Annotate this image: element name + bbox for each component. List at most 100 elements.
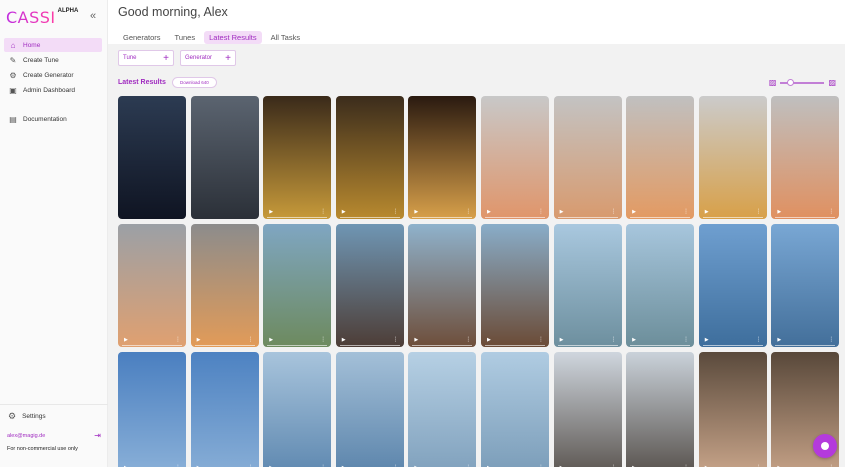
video-progress-bar[interactable] — [630, 345, 691, 346]
result-thumbnail[interactable]: ▶⋮ — [553, 352, 622, 467]
zoom-slider[interactable] — [780, 78, 825, 86]
result-thumbnail[interactable]: ▶⋮ — [698, 352, 767, 467]
more-options-icon[interactable]: ⋮ — [393, 336, 399, 343]
video-progress-bar[interactable] — [339, 217, 400, 218]
result-thumbnail[interactable]: ▶⋮ — [408, 224, 477, 347]
result-thumbnail[interactable]: ▶⋮ — [118, 352, 186, 467]
play-icon[interactable]: ▶ — [560, 337, 564, 343]
more-options-icon[interactable]: ⋮ — [756, 336, 762, 343]
play-icon[interactable]: ▶ — [487, 209, 491, 215]
result-thumbnail[interactable]: ▶⋮ — [553, 224, 622, 347]
result-thumbnail[interactable]: ▶⋮ — [626, 352, 695, 467]
more-options-icon[interactable]: ⋮ — [538, 208, 544, 215]
tune-filter[interactable]: Tune + — [118, 50, 174, 66]
chat-bubble-icon[interactable] — [813, 434, 837, 458]
play-icon[interactable]: ▶ — [414, 209, 418, 215]
play-icon[interactable]: ▶ — [777, 337, 781, 343]
more-options-icon[interactable]: ⋮ — [393, 208, 399, 215]
video-progress-bar[interactable] — [412, 345, 473, 346]
result-thumbnail[interactable] — [118, 96, 186, 219]
sidebar-item-create-tune[interactable]: ✎ Create Tune — [4, 53, 102, 67]
sidebar-item-documentation[interactable]: ▤ Documentation — [4, 112, 102, 126]
video-progress-bar[interactable] — [702, 217, 763, 218]
video-progress-bar[interactable] — [267, 345, 328, 346]
result-thumbnail[interactable]: ▶⋮ — [480, 224, 549, 347]
play-icon[interactable]: ▶ — [560, 209, 564, 215]
more-options-icon[interactable]: ⋮ — [320, 336, 326, 343]
video-progress-bar[interactable] — [775, 217, 836, 218]
play-icon[interactable]: ▶ — [632, 209, 636, 215]
download-button[interactable]: Download 640 — [172, 77, 217, 88]
more-options-icon[interactable]: ⋮ — [611, 208, 617, 215]
result-thumbnail[interactable]: ▶⋮ — [335, 352, 404, 467]
result-thumbnail[interactable]: ▶⋮ — [553, 96, 622, 219]
result-thumbnail[interactable]: ▶⋮ — [698, 224, 767, 347]
play-icon[interactable]: ▶ — [487, 337, 491, 343]
result-thumbnail[interactable]: ▶⋮ — [335, 224, 404, 347]
zoom-slider-knob[interactable] — [787, 78, 795, 86]
play-icon[interactable]: ▶ — [705, 209, 709, 215]
result-thumbnail[interactable] — [190, 96, 259, 219]
result-thumbnail[interactable]: ▶⋮ — [263, 352, 332, 467]
play-icon[interactable]: ▶ — [342, 337, 346, 343]
video-progress-bar[interactable] — [412, 217, 473, 218]
result-thumbnail[interactable]: ▶⋮ — [190, 352, 259, 467]
more-options-icon[interactable]: ⋮ — [248, 336, 254, 343]
sidebar-item-admin-dashboard[interactable]: ▣ Admin Dashboard — [4, 83, 102, 97]
result-thumbnail[interactable]: ▶⋮ — [190, 224, 259, 347]
play-icon[interactable]: ▶ — [777, 209, 781, 215]
play-icon[interactable]: ▶ — [342, 209, 346, 215]
result-thumbnail[interactable]: ▶⋮ — [480, 352, 549, 467]
play-icon[interactable]: ▶ — [269, 209, 273, 215]
result-thumbnail[interactable]: ▶⋮ — [771, 96, 840, 219]
video-progress-bar[interactable] — [194, 345, 255, 346]
video-progress-bar[interactable] — [484, 217, 545, 218]
play-icon[interactable]: ▶ — [632, 337, 636, 343]
result-thumbnail[interactable]: ▶⋮ — [263, 224, 332, 347]
brand-logo[interactable]: CASSI ALPHA — [6, 8, 78, 27]
tab-tunes[interactable]: Tunes — [170, 31, 201, 44]
more-options-icon[interactable]: ⋮ — [828, 208, 834, 215]
more-options-icon[interactable]: ⋮ — [320, 208, 326, 215]
logout-icon[interactable]: ⇥ — [94, 431, 101, 440]
result-thumbnail[interactable]: ▶⋮ — [698, 96, 767, 219]
tab-latest-results[interactable]: Latest Results — [204, 31, 262, 44]
sidebar-item-create-generator[interactable]: ⚙ Create Generator — [4, 68, 102, 82]
video-progress-bar[interactable] — [267, 217, 328, 218]
result-thumbnail[interactable]: ▶⋮ — [626, 96, 695, 219]
result-thumbnail[interactable]: ▶⋮ — [771, 224, 840, 347]
play-icon[interactable]: ▶ — [269, 337, 273, 343]
play-icon[interactable]: ▶ — [124, 337, 128, 343]
result-thumbnail[interactable]: ▶⋮ — [480, 96, 549, 219]
more-options-icon[interactable]: ⋮ — [538, 336, 544, 343]
tab-all-tasks[interactable]: All Tasks — [266, 31, 305, 44]
more-options-icon[interactable]: ⋮ — [683, 208, 689, 215]
double-chevron-left-icon[interactable]: « — [90, 10, 96, 22]
video-progress-bar[interactable] — [775, 345, 836, 346]
more-options-icon[interactable]: ⋮ — [683, 336, 689, 343]
play-icon[interactable]: ▶ — [197, 337, 201, 343]
video-progress-bar[interactable] — [484, 345, 545, 346]
tab-generators[interactable]: Generators — [118, 31, 166, 44]
video-progress-bar[interactable] — [557, 345, 618, 346]
result-thumbnail[interactable]: ▶⋮ — [408, 96, 477, 219]
result-thumbnail[interactable]: ▶⋮ — [263, 96, 332, 219]
result-thumbnail[interactable]: ▶⋮ — [335, 96, 404, 219]
video-progress-bar[interactable] — [630, 217, 691, 218]
more-options-icon[interactable]: ⋮ — [465, 336, 471, 343]
play-icon[interactable]: ▶ — [705, 337, 709, 343]
video-progress-bar[interactable] — [122, 345, 182, 346]
video-progress-bar[interactable] — [339, 345, 400, 346]
settings-button[interactable]: ⚙ Settings — [0, 405, 108, 428]
play-icon[interactable]: ▶ — [414, 337, 418, 343]
result-thumbnail[interactable]: ▶⋮ — [118, 224, 186, 347]
sidebar-item-home[interactable]: ⌂ Home — [4, 38, 102, 52]
more-options-icon[interactable]: ⋮ — [175, 336, 181, 343]
video-progress-bar[interactable] — [702, 345, 763, 346]
more-options-icon[interactable]: ⋮ — [611, 336, 617, 343]
result-thumbnail[interactable]: ▶⋮ — [408, 352, 477, 467]
more-options-icon[interactable]: ⋮ — [756, 208, 762, 215]
result-thumbnail[interactable]: ▶⋮ — [626, 224, 695, 347]
more-options-icon[interactable]: ⋮ — [828, 336, 834, 343]
video-progress-bar[interactable] — [557, 217, 618, 218]
